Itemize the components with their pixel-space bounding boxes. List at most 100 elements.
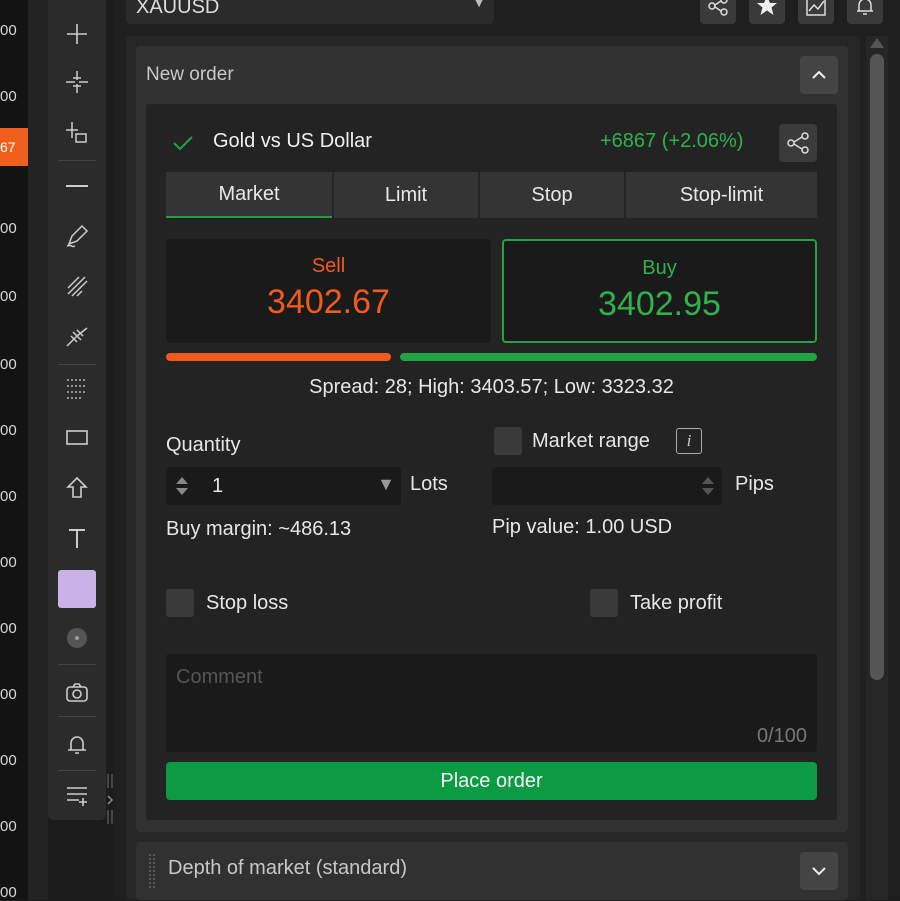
chevron-down-icon: ▼ bbox=[472, 0, 486, 10]
price-change: +6867 (+2.06%) bbox=[600, 130, 744, 152]
pips-label: Pips bbox=[735, 473, 774, 495]
stop-loss-checkbox[interactable] bbox=[166, 589, 194, 617]
pitchfork-icon[interactable] bbox=[56, 316, 98, 356]
spread-info: Spread: 28; High: 3403.57; Low: 3323.32 bbox=[309, 376, 674, 398]
expand-button[interactable] bbox=[800, 852, 838, 890]
share-top-button[interactable] bbox=[700, 0, 736, 24]
cursor-cross-icon[interactable] bbox=[56, 112, 98, 152]
tab-stop-limit[interactable]: Stop-limit bbox=[626, 172, 817, 218]
pip-value: Pip value: 1.00 USD bbox=[492, 516, 673, 538]
comment-placeholder: Comment bbox=[176, 666, 263, 688]
symbol-value: XAUUSD bbox=[136, 0, 220, 18]
toolbar-divider bbox=[58, 364, 96, 365]
bell-icon[interactable] bbox=[56, 724, 98, 764]
buy-margin: Buy margin: ~486.13 bbox=[166, 518, 352, 540]
stepper-icon[interactable] bbox=[174, 474, 190, 498]
symbol-select[interactable]: XAUUSD ▼ bbox=[126, 0, 494, 24]
collapse-button[interactable] bbox=[800, 56, 838, 94]
price-tick: 00 bbox=[0, 422, 17, 439]
share-icon bbox=[708, 0, 728, 16]
chart-icon bbox=[806, 0, 826, 16]
quantity-value: 1 bbox=[212, 475, 224, 497]
text-icon[interactable] bbox=[56, 518, 98, 558]
take-profit-label: Take profit bbox=[630, 592, 723, 614]
buy-button[interactable]: Buy 3402.95 bbox=[502, 239, 817, 343]
sell-price: 3402.67 bbox=[267, 283, 390, 321]
alert-button[interactable] bbox=[847, 0, 883, 24]
magnet-cross-icon[interactable] bbox=[56, 62, 98, 102]
drag-handle-icon[interactable] bbox=[148, 852, 156, 892]
current-price-badge: 67 bbox=[0, 128, 28, 166]
comment-counter: 0/100 bbox=[756, 725, 807, 747]
price-tick: 00 bbox=[0, 686, 17, 703]
depth-title: Depth of market (standard) bbox=[168, 857, 407, 879]
stepper-icon[interactable] bbox=[700, 474, 716, 498]
price-tick: 00 bbox=[0, 220, 17, 237]
buy-label: Buy bbox=[642, 257, 677, 279]
chevron-up-icon bbox=[812, 70, 826, 79]
price-tick: 00 bbox=[0, 356, 17, 373]
instrument-name: Gold vs US Dollar bbox=[213, 130, 372, 152]
toolbar-divider bbox=[58, 664, 96, 665]
price-tick: 00 bbox=[0, 88, 17, 105]
star-icon bbox=[757, 0, 777, 15]
market-range-label: Market range bbox=[532, 430, 650, 452]
drawing-toolbar bbox=[48, 0, 106, 820]
color-swatch[interactable] bbox=[58, 570, 96, 608]
chart-divider bbox=[28, 0, 48, 900]
price-tick: 00 bbox=[0, 884, 17, 901]
new-order-title: New order bbox=[146, 64, 234, 85]
lots-label: Lots bbox=[410, 473, 448, 495]
sell-button[interactable]: Sell 3402.67 bbox=[166, 239, 491, 343]
fib-icon[interactable] bbox=[56, 266, 98, 306]
dropdown-arrow-icon[interactable]: ▼ bbox=[377, 474, 395, 495]
price-axis: 00 00 67 00 00 00 00 00 00 00 00 00 00 0… bbox=[0, 0, 28, 901]
scroll-thumb[interactable] bbox=[870, 54, 884, 680]
market-range-field[interactable] bbox=[492, 467, 722, 505]
fib-time-icon[interactable] bbox=[56, 368, 98, 408]
camera-icon[interactable] bbox=[56, 672, 98, 712]
chart-button[interactable] bbox=[798, 0, 834, 24]
favorite-button[interactable] bbox=[749, 0, 785, 24]
price-tick: 00 bbox=[0, 288, 17, 305]
depth-of-market-card: Depth of market (standard) bbox=[136, 842, 848, 900]
tab-limit[interactable]: Limit bbox=[334, 172, 478, 218]
price-tick: 00 bbox=[0, 818, 17, 835]
price-tick: 00 bbox=[0, 488, 17, 505]
share-icon bbox=[787, 132, 809, 154]
check-icon bbox=[173, 136, 193, 151]
buy-price: 3402.95 bbox=[598, 285, 721, 323]
horizontal-line-icon[interactable] bbox=[56, 166, 98, 206]
sell-label: Sell bbox=[311, 255, 346, 277]
toolbar-grip-icon[interactable] bbox=[106, 770, 114, 830]
toolbar-divider bbox=[58, 770, 96, 771]
share-button[interactable] bbox=[779, 124, 817, 162]
chevron-down-icon bbox=[812, 867, 826, 876]
circle-icon[interactable] bbox=[56, 618, 98, 658]
tab-stop[interactable]: Stop bbox=[480, 172, 624, 218]
quantity-field[interactable]: 1 ▼ bbox=[166, 467, 401, 505]
scroll-up-icon[interactable] bbox=[870, 38, 884, 48]
toolbar-divider bbox=[58, 160, 96, 161]
market-range-checkbox[interactable] bbox=[494, 427, 522, 455]
quantity-label: Quantity bbox=[166, 434, 241, 456]
buy-volume-bar bbox=[400, 353, 817, 361]
price-tick: 00 bbox=[0, 554, 17, 571]
toolbar-divider bbox=[58, 716, 96, 717]
tab-market[interactable]: Market bbox=[166, 172, 332, 218]
rectangle-icon[interactable] bbox=[56, 418, 98, 458]
place-order-button[interactable]: Place order bbox=[166, 762, 817, 800]
bell-icon bbox=[857, 0, 873, 15]
stop-loss-label: Stop loss bbox=[206, 592, 289, 614]
price-tick: 00 bbox=[0, 22, 17, 39]
crosshair-icon[interactable] bbox=[56, 14, 98, 54]
take-profit-checkbox[interactable] bbox=[590, 589, 618, 617]
arrow-up-icon[interactable] bbox=[56, 468, 98, 508]
sell-volume-bar bbox=[166, 353, 391, 361]
comment-field[interactable]: Comment 0/100 bbox=[166, 654, 817, 752]
info-icon[interactable]: i bbox=[676, 428, 702, 454]
price-tick: 00 bbox=[0, 620, 17, 637]
price-tick: 00 bbox=[0, 752, 17, 769]
pen-icon[interactable] bbox=[56, 216, 98, 256]
template-icon[interactable] bbox=[56, 776, 98, 816]
